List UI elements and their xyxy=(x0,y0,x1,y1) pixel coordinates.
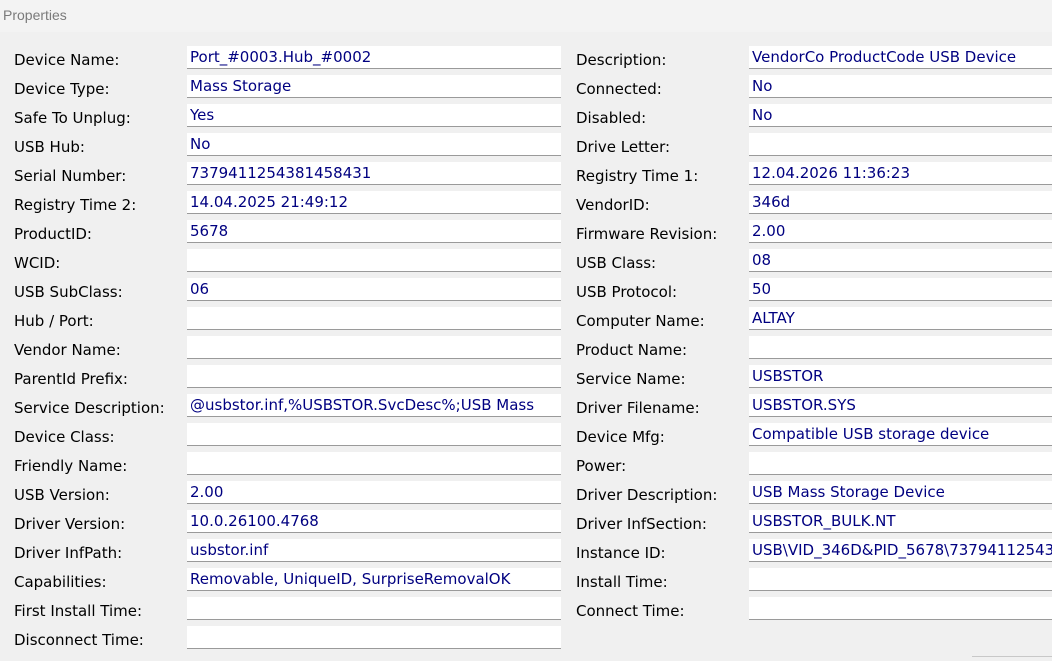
power-field[interactable] xyxy=(749,452,1052,475)
firmware-revision-value: 2.00 xyxy=(752,222,786,240)
driver-infsection-field[interactable]: USBSTOR_BULK.NT xyxy=(749,510,1052,533)
resize-edge xyxy=(972,656,1052,657)
usb-protocol-value: 50 xyxy=(752,280,772,298)
vendorid-value: 346d xyxy=(752,193,791,211)
property-row-connected: Connected: No xyxy=(0,75,1052,104)
usb-class-value: 08 xyxy=(752,251,772,269)
property-row-service-name: Service Name: USBSTOR xyxy=(0,365,1052,394)
vendorid-label: VendorID: xyxy=(576,196,650,214)
drive-letter-field[interactable] xyxy=(749,133,1052,156)
registry-time-1-field[interactable]: 12.04.2026 11:36:23 xyxy=(749,162,1052,185)
disconnect-time-field[interactable] xyxy=(187,626,561,649)
computer-name-value: ALTAY xyxy=(752,309,795,327)
connected-field[interactable]: No xyxy=(749,75,1052,98)
firmware-revision-field[interactable]: 2.00 xyxy=(749,220,1052,243)
window-title: Properties xyxy=(3,7,67,23)
property-row-connect-time: Connect Time: xyxy=(0,597,1052,626)
property-row-registry-time-1: Registry Time 1: 12.04.2026 11:36:23 xyxy=(0,162,1052,191)
disconnect-time-label: Disconnect Time: xyxy=(14,631,144,649)
service-name-label: Service Name: xyxy=(576,370,686,388)
property-row-product-name: Product Name: xyxy=(0,336,1052,365)
property-row-usb-class: USB Class: 08 xyxy=(0,249,1052,278)
install-time-label: Install Time: xyxy=(576,573,668,591)
connect-time-label: Connect Time: xyxy=(576,602,685,620)
vendorid-field[interactable]: 346d xyxy=(749,191,1052,214)
disabled-label: Disabled: xyxy=(576,109,647,127)
registry-time-1-value: 12.04.2026 11:36:23 xyxy=(752,164,911,182)
driver-filename-label: Driver Filename: xyxy=(576,399,700,417)
disabled-value: No xyxy=(752,106,773,124)
device-mfg-value: Compatible USB storage device xyxy=(752,425,990,443)
disabled-field[interactable]: No xyxy=(749,104,1052,127)
property-row-usb-protocol: USB Protocol: 50 xyxy=(0,278,1052,307)
connect-time-field[interactable] xyxy=(749,597,1052,620)
driver-infsection-label: Driver InfSection: xyxy=(576,515,707,533)
usb-protocol-field[interactable]: 50 xyxy=(749,278,1052,301)
driver-infsection-value: USBSTOR_BULK.NT xyxy=(752,512,896,530)
driver-description-value: USB Mass Storage Device xyxy=(752,483,945,501)
description-label: Description: xyxy=(576,51,667,69)
property-row-device-mfg: Device Mfg: Compatible USB storage device xyxy=(0,423,1052,452)
property-row-driver-infsection: Driver InfSection: USBSTOR_BULK.NT xyxy=(0,510,1052,539)
property-row-drive-letter: Drive Letter: xyxy=(0,133,1052,162)
property-row-install-time: Install Time: xyxy=(0,568,1052,597)
install-time-field[interactable] xyxy=(749,568,1052,591)
property-row-instance-id: Instance ID: USB\VID_346D&PID_5678\737941… xyxy=(0,539,1052,568)
instance-id-field[interactable]: USB\VID_346D&PID_5678\737941125438145843… xyxy=(749,539,1052,562)
product-name-field[interactable] xyxy=(749,336,1052,359)
registry-time-1-label: Registry Time 1: xyxy=(576,167,699,185)
title-bar: Properties xyxy=(0,0,1052,32)
property-row-driver-description: Driver Description: USB Mass Storage Devi… xyxy=(0,481,1052,510)
computer-name-field[interactable]: ALTAY xyxy=(749,307,1052,330)
driver-filename-field[interactable]: USBSTOR.SYS xyxy=(749,394,1052,417)
instance-id-value: USB\VID_346D&PID_5678\737941125438145843… xyxy=(752,541,1052,559)
property-row-computer-name: Computer Name: ALTAY xyxy=(0,307,1052,336)
driver-filename-value: USBSTOR.SYS xyxy=(752,396,856,414)
property-row-disconnect-time: Disconnect Time: xyxy=(0,626,1052,655)
firmware-revision-label: Firmware Revision: xyxy=(576,225,718,243)
property-row-driver-filename: Driver Filename: USBSTOR.SYS xyxy=(0,394,1052,423)
description-value: VendorCo ProductCode USB Device xyxy=(752,48,1017,66)
property-row-firmware-revision: Firmware Revision: 2.00 xyxy=(0,220,1052,249)
usb-protocol-label: USB Protocol: xyxy=(576,283,678,301)
property-row-disabled: Disabled: No xyxy=(0,104,1052,133)
connected-label: Connected: xyxy=(576,80,662,98)
service-name-value: USBSTOR xyxy=(752,367,824,385)
device-mfg-field[interactable]: Compatible USB storage device xyxy=(749,423,1052,446)
driver-description-label: Driver Description: xyxy=(576,486,718,504)
usb-class-label: USB Class: xyxy=(576,254,657,272)
product-name-label: Product Name: xyxy=(576,341,688,359)
connected-value: No xyxy=(752,77,773,95)
property-row-power: Power: xyxy=(0,452,1052,481)
property-row-vendorid: VendorID: 346d xyxy=(0,191,1052,220)
usb-class-field[interactable]: 08 xyxy=(749,249,1052,272)
property-row-description: Description: VendorCo ProductCode USB Dev… xyxy=(0,46,1052,75)
service-name-field[interactable]: USBSTOR xyxy=(749,365,1052,388)
instance-id-label: Instance ID: xyxy=(576,544,666,562)
description-field[interactable]: VendorCo ProductCode USB Device xyxy=(749,46,1052,69)
device-mfg-label: Device Mfg: xyxy=(576,428,665,446)
computer-name-label: Computer Name: xyxy=(576,312,705,330)
power-label: Power: xyxy=(576,457,627,475)
driver-description-field[interactable]: USB Mass Storage Device xyxy=(749,481,1052,504)
drive-letter-label: Drive Letter: xyxy=(576,138,671,156)
